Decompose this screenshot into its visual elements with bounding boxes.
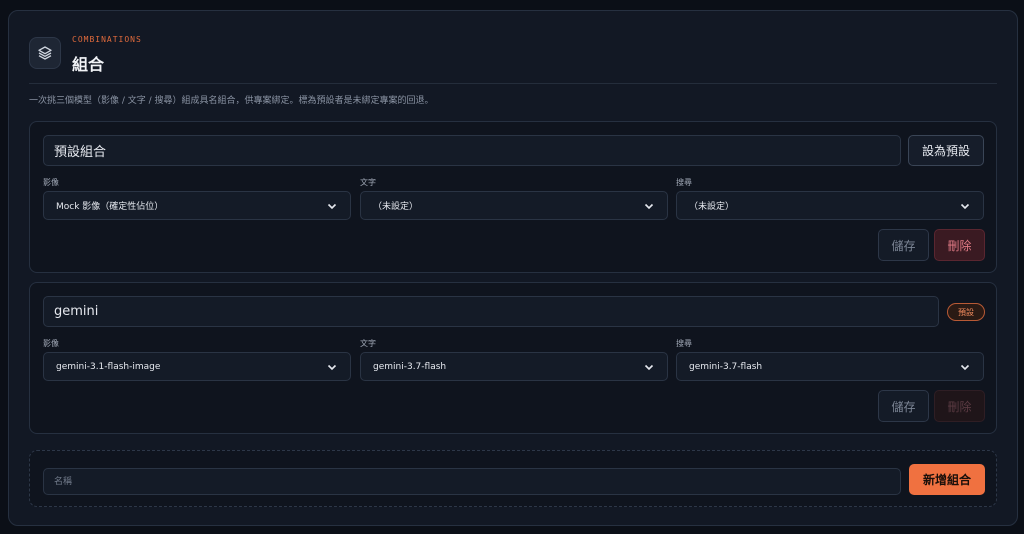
- text-model-value: （未設定）: [373, 202, 419, 212]
- search-model-select[interactable]: gemini-3.7-flash: [676, 352, 984, 381]
- chevron-down-icon: [644, 203, 654, 209]
- chevron-down-icon: [960, 364, 970, 370]
- image-model-select[interactable]: gemini-3.1-flash-image: [43, 352, 351, 381]
- text-label: 文字: [360, 339, 376, 348]
- layers-icon: [29, 37, 61, 69]
- image-label: 影像: [43, 339, 59, 348]
- chevron-down-icon: [644, 364, 654, 370]
- search-label: 搜尋: [676, 178, 692, 187]
- chevron-down-icon: [960, 203, 970, 209]
- new-combo-card: 新增組合: [29, 450, 997, 507]
- search-model-value: （未設定）: [689, 202, 735, 212]
- search-model-value: gemini-3.7-flash: [689, 361, 763, 372]
- section-eyebrow: COMBINATIONS: [72, 35, 142, 44]
- image-label: 影像: [43, 178, 59, 187]
- combo-card: 設為預設 影像 文字 搜尋 Mock 影像（確定性佔位） （未設定） （未設定）…: [29, 121, 997, 273]
- add-combo-button[interactable]: 新增組合: [909, 464, 985, 495]
- new-combo-name-input[interactable]: [43, 468, 901, 495]
- image-model-value: gemini-3.1-flash-image: [56, 361, 161, 372]
- delete-button[interactable]: 刪除: [934, 229, 985, 261]
- combo-card: 預設 影像 文字 搜尋 gemini-3.1-flash-image gemin…: [29, 282, 997, 434]
- search-label: 搜尋: [676, 339, 692, 348]
- default-badge: 預設: [947, 303, 985, 321]
- section-header: COMBINATIONS 組合: [29, 33, 997, 74]
- save-button[interactable]: 儲存: [878, 229, 929, 261]
- combo-name-input[interactable]: [43, 135, 901, 166]
- save-button[interactable]: 儲存: [878, 390, 929, 422]
- delete-button: 刪除: [934, 390, 985, 422]
- image-model-select[interactable]: Mock 影像（確定性佔位）: [43, 191, 351, 220]
- text-model-select[interactable]: （未設定）: [360, 191, 668, 220]
- chevron-down-icon: [327, 203, 337, 209]
- combo-name-input[interactable]: [43, 296, 939, 327]
- image-model-value: Mock 影像（確定性佔位）: [56, 202, 164, 212]
- header-divider: [29, 83, 997, 84]
- search-model-select[interactable]: （未設定）: [676, 191, 984, 220]
- combinations-panel: COMBINATIONS 組合 一次挑三個模型（影像 / 文字 / 搜尋）組成具…: [8, 10, 1018, 526]
- text-model-value: gemini-3.7-flash: [373, 361, 447, 372]
- chevron-down-icon: [327, 364, 337, 370]
- set-default-button[interactable]: 設為預設: [908, 135, 984, 166]
- section-description: 一次挑三個模型（影像 / 文字 / 搜尋）組成具名組合，供專案綁定。標為預設者是…: [29, 96, 434, 106]
- text-label: 文字: [360, 178, 376, 187]
- text-model-select[interactable]: gemini-3.7-flash: [360, 352, 668, 381]
- page-title: 組合: [72, 55, 105, 74]
